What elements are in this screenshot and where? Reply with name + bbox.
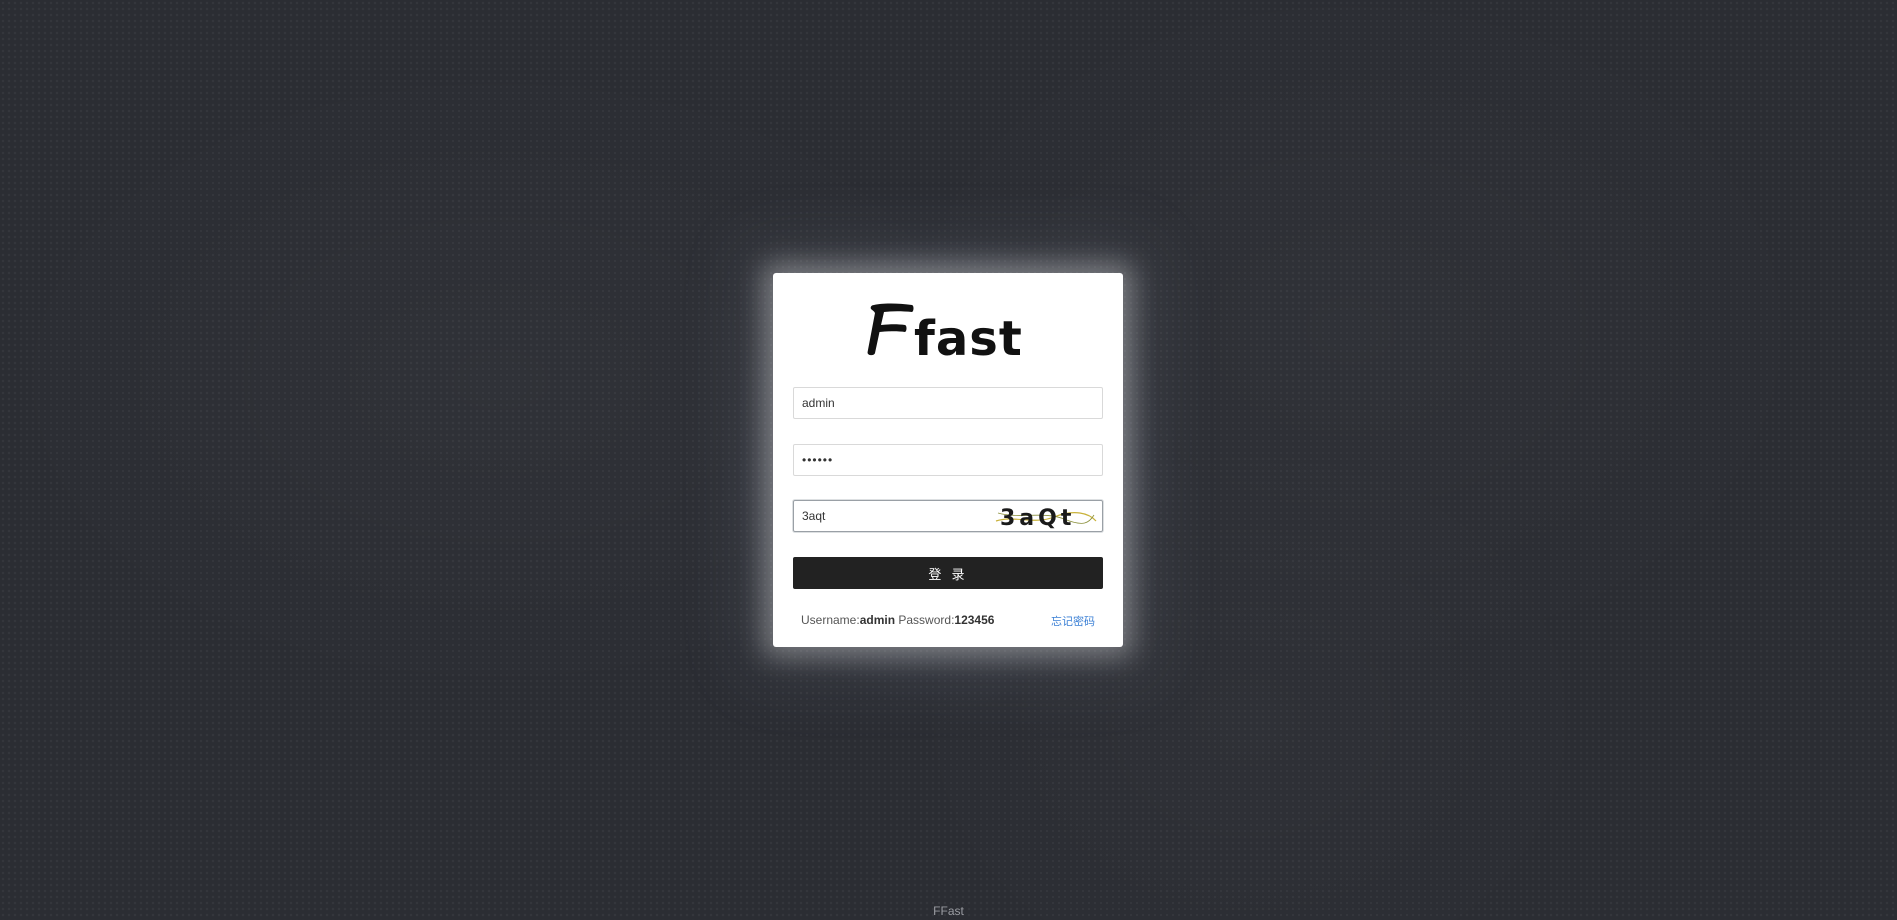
captcha-image[interactable]: 3aQt bbox=[994, 503, 1098, 529]
username-hint-value: admin bbox=[859, 613, 896, 627]
password-input[interactable] bbox=[793, 444, 1103, 476]
captcha-field: 3aQt bbox=[793, 500, 1103, 532]
ffast-logo-icon: fast bbox=[867, 303, 1023, 363]
login-panel: fast 3aQt 登 录 Username:admin Password:12… bbox=[773, 273, 1123, 647]
password-hint-value: 123456 bbox=[954, 613, 995, 627]
demo-credentials-hint: Username:admin Password:123456 bbox=[801, 613, 994, 627]
ffast-logo: fast bbox=[773, 301, 1123, 363]
captcha-text: 3aQt bbox=[1000, 506, 1075, 529]
password-hint-label: Password: bbox=[898, 613, 955, 627]
captcha-input[interactable] bbox=[794, 501, 984, 531]
footer-text: FFast bbox=[933, 904, 964, 918]
login-button[interactable]: 登 录 bbox=[793, 557, 1103, 589]
username-hint-label: Username: bbox=[801, 613, 860, 627]
forgot-password-link[interactable]: 忘记密码 bbox=[1051, 613, 1095, 629]
username-input[interactable] bbox=[793, 387, 1103, 419]
svg-text:fast: fast bbox=[914, 311, 1023, 363]
